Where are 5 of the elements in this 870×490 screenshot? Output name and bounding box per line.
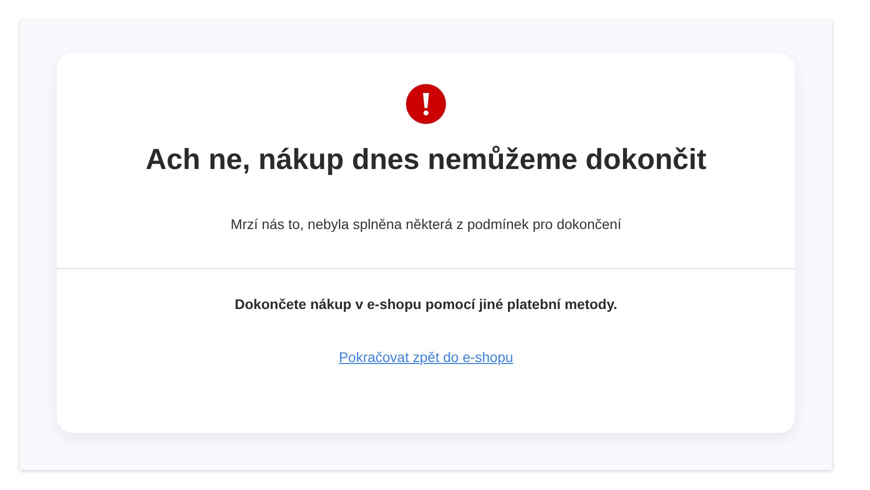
error-title: Ach ne, nákup dnes nemůžeme dokončit <box>146 143 706 178</box>
instruction-text: Dokončete nákup v e-shopu pomocí jiné platební metody. <box>234 295 618 313</box>
error-message: Mrzí nás to, nebyla splněna některá z podmínek pro dokončení <box>230 215 622 233</box>
error-icon <box>406 84 446 124</box>
back-to-shop-link[interactable]: Pokračovat zpět do e-shopu <box>338 348 514 366</box>
